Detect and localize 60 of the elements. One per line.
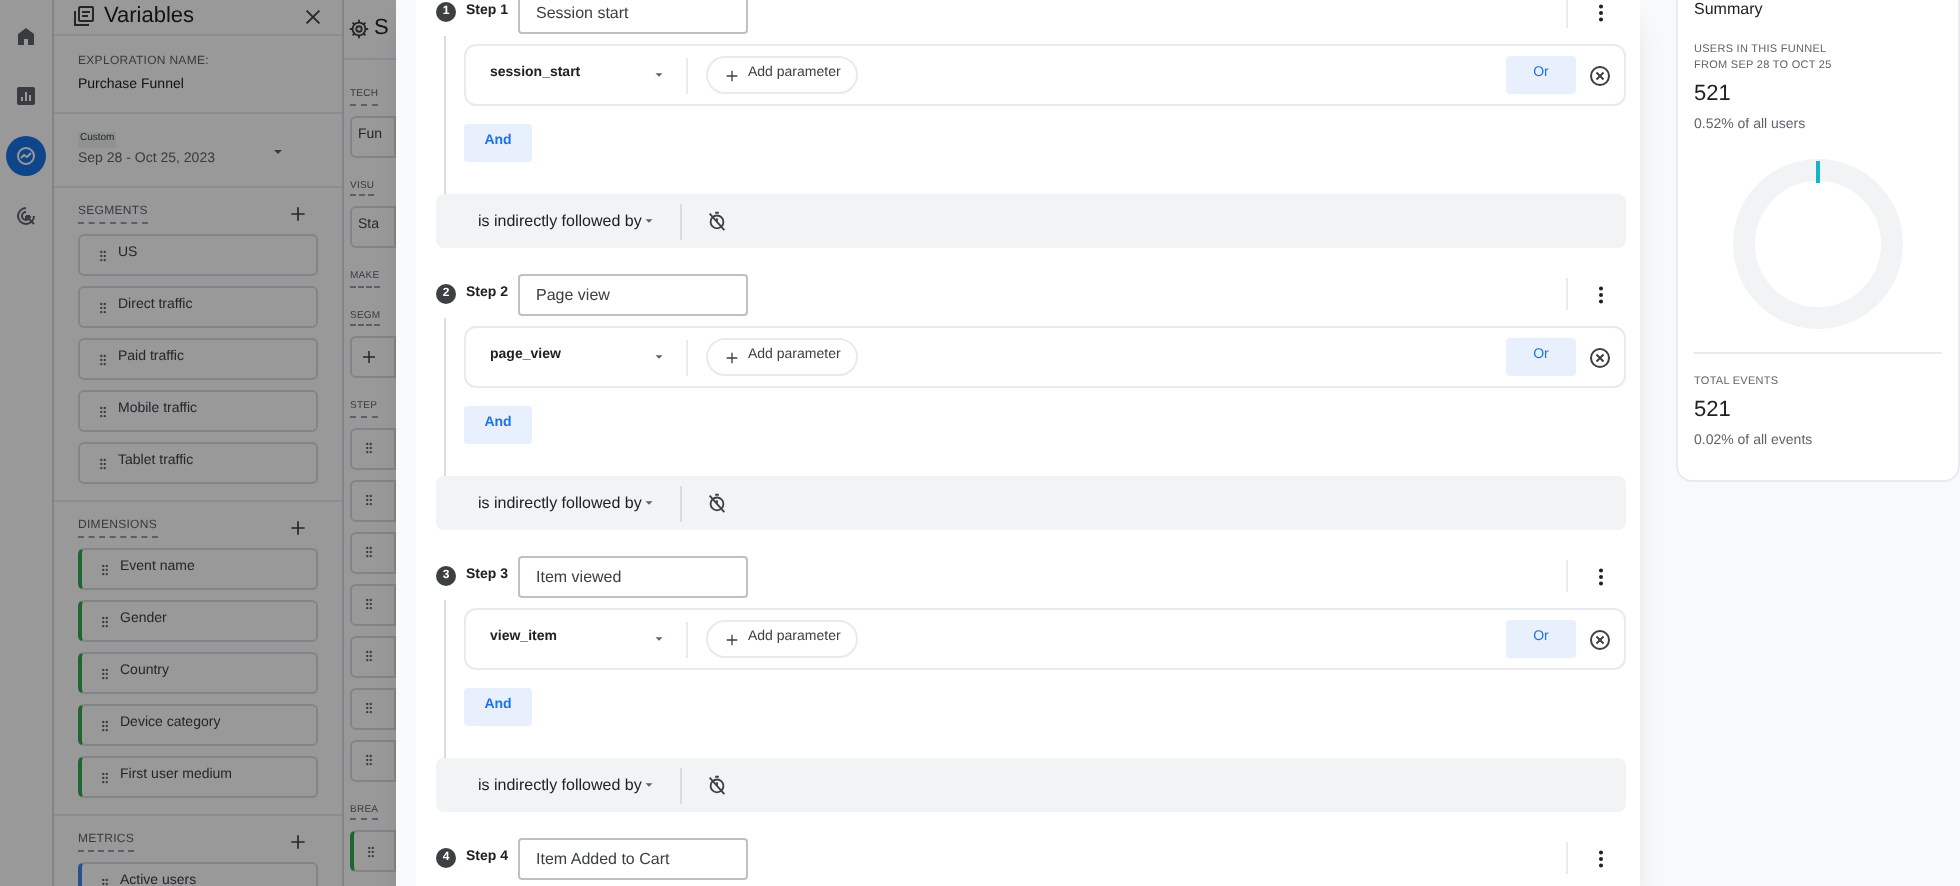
connector-dropdown[interactable]: is indirectly followed by [478, 767, 682, 803]
step-name-field[interactable]: Item Added to Cart [518, 837, 749, 879]
caret-icon [652, 632, 666, 646]
metric-value: 521 [1694, 396, 1733, 426]
nav-rail-item[interactable] [6, 136, 46, 176]
panel-title: S [374, 14, 389, 45]
metric-value: 521 [1694, 80, 1733, 110]
step-name-field[interactable]: Item viewed [518, 555, 749, 597]
caret-icon [641, 214, 656, 228]
drag-handle-icon [98, 717, 112, 733]
drag-handle-icon [98, 561, 112, 577]
drag-handle-icon [364, 843, 378, 859]
connector-dropdown[interactable]: is indirectly followed by [478, 203, 682, 239]
panel-title: Variables [104, 2, 197, 32]
timer-off-icon [705, 492, 728, 514]
time-constraint-button[interactable] [705, 492, 728, 514]
drag-handle-icon [96, 455, 110, 471]
add-icon [724, 67, 740, 83]
remove-icon [1588, 627, 1612, 651]
trend-chart-icon [14, 144, 38, 168]
remove-icon [1588, 63, 1612, 87]
drag-handle-icon [362, 700, 376, 716]
add-icon [360, 348, 378, 366]
drag-handle-icon [96, 299, 110, 315]
caret-icon [641, 496, 656, 510]
caret-icon [641, 778, 656, 792]
drag-handle-icon [362, 492, 376, 508]
add-icon [724, 631, 740, 647]
drag-handle-icon [96, 403, 110, 419]
summary-title: Summary [1694, 0, 1765, 22]
caret-icon [652, 68, 666, 82]
drag-handle-icon [362, 544, 376, 560]
drag-handle-icon [98, 769, 112, 785]
add-icon [288, 832, 308, 852]
drag-handle-icon [98, 613, 112, 629]
caret-icon [652, 350, 666, 364]
drag-handle-icon [362, 648, 376, 664]
close-icon [302, 5, 324, 28]
drag-handle-icon [362, 440, 376, 456]
drag-handle-icon [96, 247, 110, 263]
connector-dropdown[interactable]: is indirectly followed by [478, 485, 682, 521]
drag-handle-icon [96, 351, 110, 367]
target-cursor-icon [14, 204, 38, 228]
add-icon [288, 518, 308, 538]
drag-handle-icon [362, 752, 376, 768]
gear-icon [348, 18, 370, 40]
timer-off-icon [705, 210, 728, 232]
drag-handle-icon [98, 665, 112, 681]
add-icon [724, 349, 740, 365]
drag-handle-icon [362, 596, 376, 612]
variables-icon [72, 4, 96, 29]
time-constraint-button[interactable] [705, 210, 728, 232]
home-icon [14, 24, 38, 48]
step-name-field[interactable]: Page view [518, 273, 749, 315]
add-icon [288, 204, 308, 224]
bar-chart-icon [14, 84, 38, 108]
time-constraint-button[interactable] [705, 774, 728, 796]
timer-off-icon [705, 774, 728, 796]
remove-icon [1588, 345, 1612, 369]
step-name-field[interactable]: Session start [518, 0, 749, 33]
